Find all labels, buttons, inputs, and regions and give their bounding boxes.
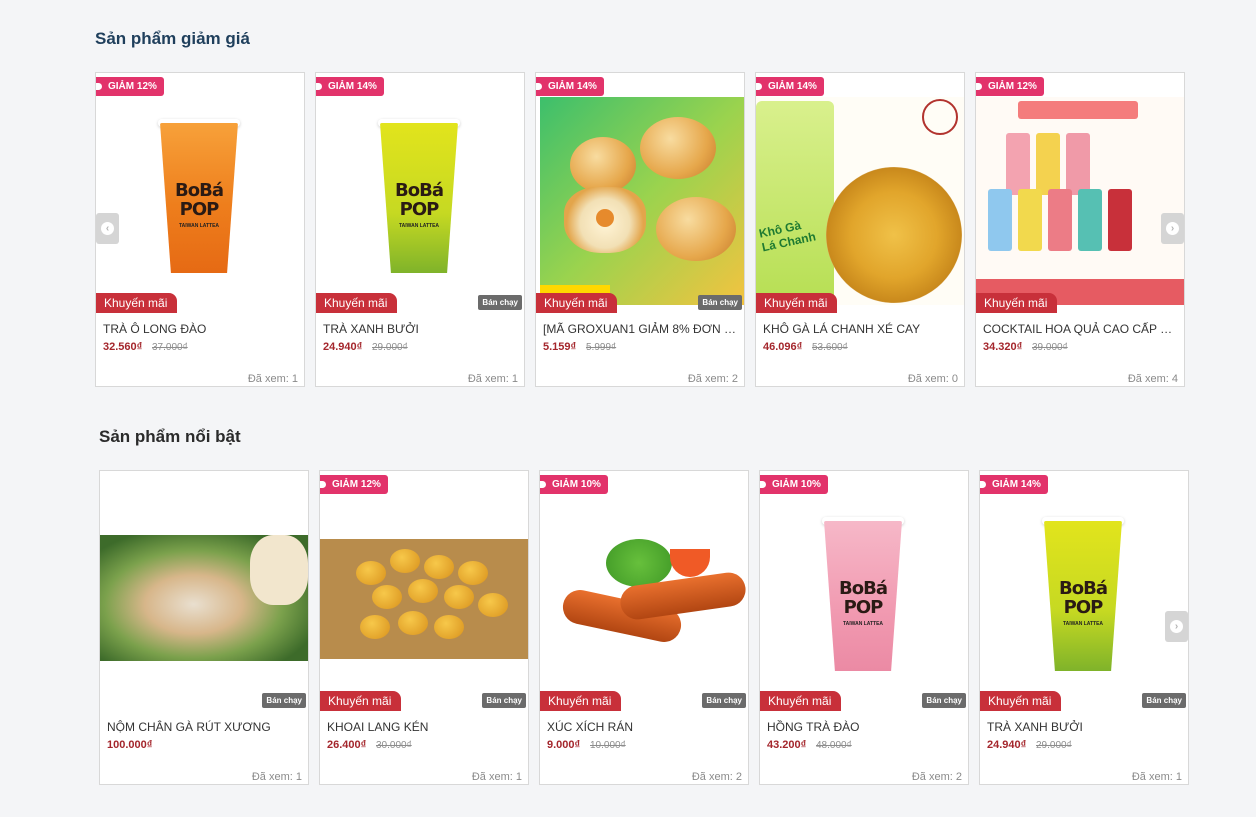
product-name[interactable]: NỘM CHÂN GÀ RÚT XƯƠNG <box>107 720 303 734</box>
product-image[interactable] <box>756 73 964 305</box>
cup-brand-logo: BoBá POP <box>175 180 224 220</box>
product-old-price: 29.000₫ <box>372 342 408 353</box>
product-old-price: 30.000₫ <box>376 740 412 751</box>
product-price: 34.320₫ <box>983 341 1023 353</box>
view-count: Đã xem: 0 <box>907 373 958 385</box>
product-card[interactable]: GIẢM 12% Khuyến mãi COCKTAIL HOA QUẢ CAO… <box>975 72 1185 387</box>
view-count: Đã xem: 1 <box>471 771 522 783</box>
promo-badge: Khuyến mãi <box>976 293 1058 313</box>
view-count: Đã xem: 1 <box>251 771 302 783</box>
product-card[interactable]: GIẢM 14% Khuyến mãi KHÔ GÀ LÁ CHANH XÉ C… <box>755 72 965 387</box>
bestseller-badge: Bán chạy <box>702 693 746 708</box>
featured-products-row: Bán chạy NỘM CHÂN GÀ RÚT XƯƠNG 100.000₫ … <box>99 470 1199 786</box>
product-image[interactable] <box>320 471 528 703</box>
bestseller-badge: Bán chạy <box>1142 693 1186 708</box>
discount-badge: GIẢM 12% <box>96 77 164 96</box>
product-name[interactable]: XÚC XÍCH RÁN <box>547 720 743 734</box>
product-old-price: 48.000₫ <box>816 740 852 751</box>
bestseller-badge: Bán chạy <box>478 295 522 310</box>
carousel-next-button[interactable]: › <box>1165 611 1188 642</box>
promo-badge: Khuyến mãi <box>96 293 178 313</box>
product-price: 9.000₫ <box>547 739 581 751</box>
view-count: Đã xem: 1 <box>467 373 518 385</box>
chevron-right-icon: › <box>1166 222 1179 235</box>
product-image[interactable]: BoBá POP TAIWAN LATTEA <box>316 73 524 305</box>
discount-badge: GIẢM 14% <box>980 475 1048 494</box>
product-image[interactable]: BoBá POP TAIWAN LATTEA <box>760 471 968 703</box>
view-count: Đã xem: 2 <box>691 771 742 783</box>
product-image[interactable] <box>100 471 308 703</box>
product-price: 5.159₫ <box>543 341 577 353</box>
view-count: Đã xem: 2 <box>687 373 738 385</box>
bestseller-badge: Bán chạy <box>922 693 966 708</box>
product-name[interactable]: TRÀ XANH BƯỞI <box>987 720 1183 734</box>
product-old-price: 39.000₫ <box>1032 342 1068 353</box>
discount-badge: GIẢM 12% <box>976 77 1044 96</box>
product-image[interactable] <box>540 471 748 703</box>
product-price: 46.096₫ <box>763 341 803 353</box>
product-old-price: 5.999₫ <box>586 342 617 353</box>
product-card[interactable]: BoBá POP TAIWAN LATTEA GIẢM 12% Khuyến mã… <box>95 72 305 387</box>
product-price: 100.000₫ <box>107 739 153 751</box>
carousel-prev-button[interactable]: ‹ <box>96 213 119 244</box>
product-name[interactable]: KHÔ GÀ LÁ CHANH XÉ CAY <box>763 322 959 336</box>
promo-badge: Khuyến mãi <box>540 691 622 711</box>
discount-badge: GIẢM 10% <box>760 475 828 494</box>
product-name[interactable]: COCKTAIL HOA QUẢ CAO CẤP RIO - <box>983 322 1179 336</box>
product-old-price: 29.000₫ <box>1036 740 1072 751</box>
product-name[interactable]: KHOAI LANG KÉN <box>327 720 523 734</box>
discount-badge: GIẢM 14% <box>536 77 604 96</box>
product-old-price: 53.600₫ <box>812 342 848 353</box>
cup-brand-logo: BoBá POP <box>395 180 444 220</box>
view-count: Đã xem: 1 <box>247 373 298 385</box>
product-card[interactable]: GIẢM 10% Khuyến mãi Bán chạy XÚC XÍCH RÁ… <box>539 470 749 785</box>
promo-badge: Khuyến mãi <box>536 293 618 313</box>
discount-badge: GIẢM 14% <box>756 77 824 96</box>
promo-badge: Khuyến mãi <box>760 691 842 711</box>
cup-brand-logo: BoBá POP <box>1059 578 1108 618</box>
promo-badge: Khuyến mãi <box>316 293 398 313</box>
section-title-featured: Sản phẩm nổi bật <box>99 427 241 446</box>
product-name[interactable]: TRÀ Ô LONG ĐÀO <box>103 322 299 336</box>
discount-badge: GIẢM 14% <box>316 77 384 96</box>
product-card[interactable]: GIẢM 14% Khuyến mãi Bán chạy [MÃ GROXUAN… <box>535 72 745 387</box>
view-count: Đã xem: 1 <box>1131 771 1182 783</box>
product-price: 24.940₫ <box>987 739 1027 751</box>
product-price: 24.940₫ <box>323 341 363 353</box>
product-image[interactable]: BoBá POP TAIWAN LATTEA <box>96 73 304 305</box>
product-image[interactable]: BoBá POP TAIWAN LATTEA <box>980 471 1188 703</box>
product-card[interactable]: BoBá POP TAIWAN LATTEA GIẢM 14% Khuyến mã… <box>315 72 525 387</box>
promo-badge: Khuyến mãi <box>320 691 402 711</box>
product-name[interactable]: [MÃ GROXUAN1 GIẢM 8% ĐƠN 150K] <box>543 322 739 336</box>
chevron-right-icon: › <box>1170 620 1183 633</box>
view-count: Đã xem: 2 <box>911 771 962 783</box>
chevron-left-icon: ‹ <box>101 222 114 235</box>
product-name[interactable]: TRÀ XANH BƯỞI <box>323 322 519 336</box>
product-image[interactable] <box>976 73 1184 305</box>
discount-badge: GIẢM 12% <box>320 475 388 494</box>
product-card[interactable]: GIẢM 12% Khuyến mãi Bán chạy KHOAI LANG … <box>319 470 529 785</box>
product-card[interactable]: Bán chạy NỘM CHÂN GÀ RÚT XƯƠNG 100.000₫ … <box>99 470 309 785</box>
promo-badge: Khuyến mãi <box>980 691 1062 711</box>
product-price: 32.560₫ <box>103 341 143 353</box>
bestseller-badge: Bán chạy <box>482 693 526 708</box>
promo-badge: Khuyến mãi <box>756 293 838 313</box>
product-card[interactable]: BoBá POP TAIWAN LATTEA GIẢM 10% Khuyến mã… <box>759 470 969 785</box>
product-card[interactable]: BoBá POP TAIWAN LATTEA GIẢM 14% Khuyến mã… <box>979 470 1189 785</box>
product-price: 43.200₫ <box>767 739 807 751</box>
product-old-price: 37.000₫ <box>152 342 188 353</box>
product-old-price: 10.000₫ <box>590 740 626 751</box>
product-price: 26.400₫ <box>327 739 367 751</box>
view-count: Đã xem: 4 <box>1127 373 1178 385</box>
discount-products-row: BoBá POP TAIWAN LATTEA GIẢM 12% Khuyến mã… <box>95 72 1195 388</box>
section-title-discount: Sản phẩm giảm giá <box>95 29 250 48</box>
cup-brand-logo: BoBá POP <box>839 578 888 618</box>
bestseller-badge: Bán chạy <box>698 295 742 310</box>
carousel-next-button[interactable]: › <box>1161 213 1184 244</box>
product-image[interactable] <box>536 73 744 305</box>
bestseller-badge: Bán chạy <box>262 693 306 708</box>
product-name[interactable]: HỒNG TRÀ ĐÀO <box>767 720 963 734</box>
discount-badge: GIẢM 10% <box>540 475 608 494</box>
